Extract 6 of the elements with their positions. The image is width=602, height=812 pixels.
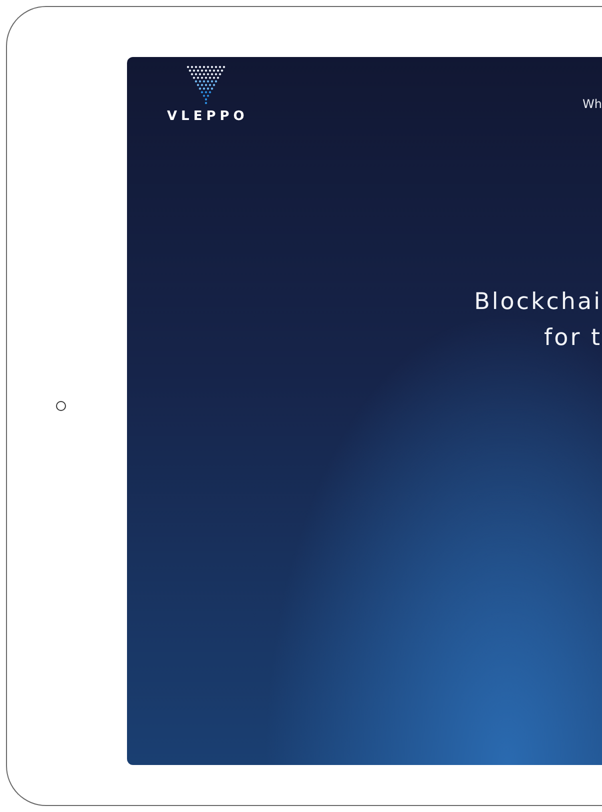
hero-headline: Blockchai bbox=[474, 289, 602, 315]
nav-link[interactable]: Wh bbox=[582, 97, 602, 111]
logo-icon bbox=[186, 65, 226, 105]
hero-headline: for t bbox=[544, 325, 602, 351]
logo-text: VLEPPO bbox=[166, 109, 248, 124]
home-button[interactable] bbox=[56, 401, 66, 411]
